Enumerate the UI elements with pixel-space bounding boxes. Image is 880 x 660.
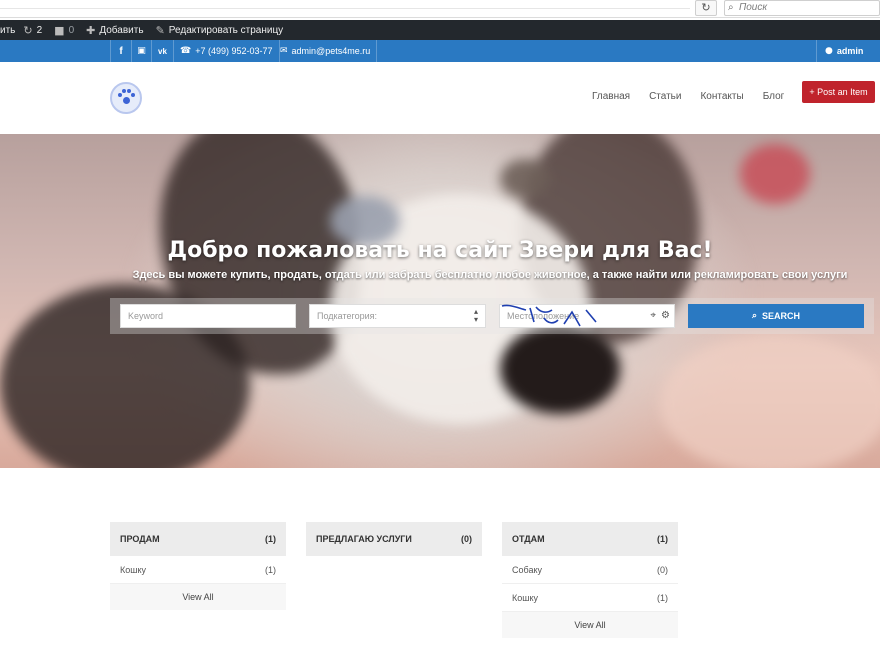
wp-admin-bar: ить ↻ 2 ■ 0 ✚ Добавить ✎ Редактировать с…: [0, 20, 880, 40]
search-button[interactable]: ⌕ SEARCH: [688, 304, 864, 328]
contact-bar: f ▣ vk ☎ +7 (499) 952-03-77 ✉ admin@pets…: [0, 40, 880, 62]
select-arrows-icon: ▴ ▾: [473, 307, 478, 324]
item-count: (0): [657, 564, 668, 575]
phone-icon: ☎: [180, 46, 192, 56]
category-title: ПРЕДЛАГАЮ УСЛУГИ: [316, 534, 412, 544]
admin-bar-item-comments[interactable]: ■ 0: [54, 24, 74, 37]
nav-item-articles[interactable]: Статьи: [649, 91, 681, 102]
list-item[interactable]: Кошку (1): [502, 584, 678, 612]
post-item-button[interactable]: + Post an Item: [802, 81, 875, 103]
admin-bar-item-edit[interactable]: ✎ Редактировать страницу: [156, 24, 284, 37]
main-nav: Главная Статьи Контакты Блог: [592, 91, 803, 102]
address-bar[interactable]: [0, 8, 690, 9]
item-name: Кошку: [120, 564, 147, 575]
keyword-input[interactable]: Keyword: [120, 304, 296, 328]
updates-icon: ↻: [23, 23, 33, 37]
item-name: Кошку: [512, 592, 539, 603]
category-count: (0): [461, 534, 472, 544]
hero-banner: Добро пожаловать на сайт Звери для Вас! …: [0, 134, 880, 468]
pencil-icon: ✎: [155, 23, 165, 37]
scribble-annotation: [501, 304, 597, 327]
admin-bar-item-updates[interactable]: ↻ 2: [23, 24, 42, 37]
photo-shape: [500, 324, 620, 414]
edit-page-label: Редактировать страницу: [168, 24, 284, 36]
instagram-icon[interactable]: ▣: [132, 40, 152, 62]
vk-icon[interactable]: vk: [152, 40, 174, 62]
view-all-link[interactable]: View All: [502, 612, 678, 638]
plus-icon: ✚: [86, 23, 96, 37]
list-item[interactable]: Кошку (1): [110, 556, 286, 584]
category-count: (1): [265, 534, 276, 544]
phone-link[interactable]: ☎ +7 (499) 952-03-77: [174, 40, 280, 62]
photo-shape: [500, 159, 550, 199]
category-title: ОТДАМ: [512, 534, 545, 544]
hero-subtitle: Здесь вы можете купить, продать, отдать …: [132, 269, 848, 281]
paw-icon: [117, 89, 135, 107]
category-count: (1): [657, 534, 668, 544]
locate-icon[interactable]: ⌖: [650, 310, 656, 321]
updates-count: 2: [36, 24, 43, 36]
item-count: (1): [265, 564, 276, 575]
admin-bar-site-label: ить: [0, 24, 16, 36]
browser-search-input[interactable]: ⌕ Поиск: [724, 0, 880, 16]
add-label: Добавить: [99, 24, 144, 36]
category-header[interactable]: ПРОДАМ (1): [110, 522, 286, 556]
category-box-sell: ПРОДАМ (1) Кошку (1) View All: [110, 522, 286, 610]
nav-item-contacts[interactable]: Контакты: [700, 91, 743, 102]
nav-item-home[interactable]: Главная: [592, 91, 630, 102]
search-panel: Keyword Подкатегория: ▴ ▾ Местоположение …: [110, 298, 874, 334]
site-logo[interactable]: [110, 82, 142, 114]
comments-count: 0: [68, 24, 75, 36]
item-name: Собаку: [512, 564, 542, 575]
category-box-give: ОТДАМ (1) Собаку (0) Кошку (1) View All: [502, 522, 678, 638]
hero-title: Добро пожаловать на сайт Звери для Вас!: [167, 238, 713, 263]
category-title: ПРОДАМ: [120, 534, 160, 544]
envelope-icon: ✉: [280, 46, 288, 56]
view-all-link[interactable]: View All: [110, 584, 286, 610]
subcategory-placeholder: Подкатегория:: [317, 311, 377, 321]
admin-bar-item-site[interactable]: ить: [0, 25, 15, 36]
search-icon: ⌕: [728, 2, 734, 13]
search-button-label: SEARCH: [762, 311, 801, 321]
user-icon: ●: [825, 46, 833, 56]
keyword-placeholder: Keyword: [128, 311, 164, 321]
photo-shape: [740, 144, 810, 204]
list-item[interactable]: Собаку (0): [502, 556, 678, 584]
user-name: admin: [836, 46, 864, 56]
item-count: (1): [657, 592, 668, 603]
email-link[interactable]: ✉ admin@pets4me.ru: [274, 40, 378, 62]
site-header: Главная Статьи Контакты Блог + Post an I…: [0, 62, 880, 134]
page: ↻ ⌕ Поиск ить ↻ 2 ■ 0 ✚ Добавить ✎ Редак…: [0, 0, 880, 660]
user-menu[interactable]: ● admin: [816, 40, 871, 62]
phone-number: +7 (499) 952-03-77: [195, 46, 273, 56]
nav-item-blog[interactable]: Блог: [763, 91, 785, 102]
category-header[interactable]: ПРЕДЛАГАЮ УСЛУГИ (0): [306, 522, 482, 556]
search-icon: ⌕: [751, 311, 758, 321]
category-header[interactable]: ОТДАМ (1): [502, 522, 678, 556]
comments-icon: ■: [54, 23, 65, 37]
browser-toolbar: ↻ ⌕ Поиск: [0, 0, 880, 18]
browser-search-placeholder: Поиск: [739, 2, 768, 13]
email-address: admin@pets4me.ru: [291, 46, 371, 56]
facebook-icon[interactable]: f: [110, 40, 132, 62]
gear-icon[interactable]: ⚙: [661, 310, 670, 321]
photo-shape: [660, 334, 880, 468]
subcategory-select[interactable]: Подкатегория: ▴ ▾: [309, 304, 486, 328]
refresh-icon[interactable]: ↻: [695, 0, 717, 16]
category-box-services: ПРЕДЛАГАЮ УСЛУГИ (0): [306, 522, 482, 556]
admin-bar-item-add[interactable]: ✚ Добавить: [86, 24, 143, 37]
